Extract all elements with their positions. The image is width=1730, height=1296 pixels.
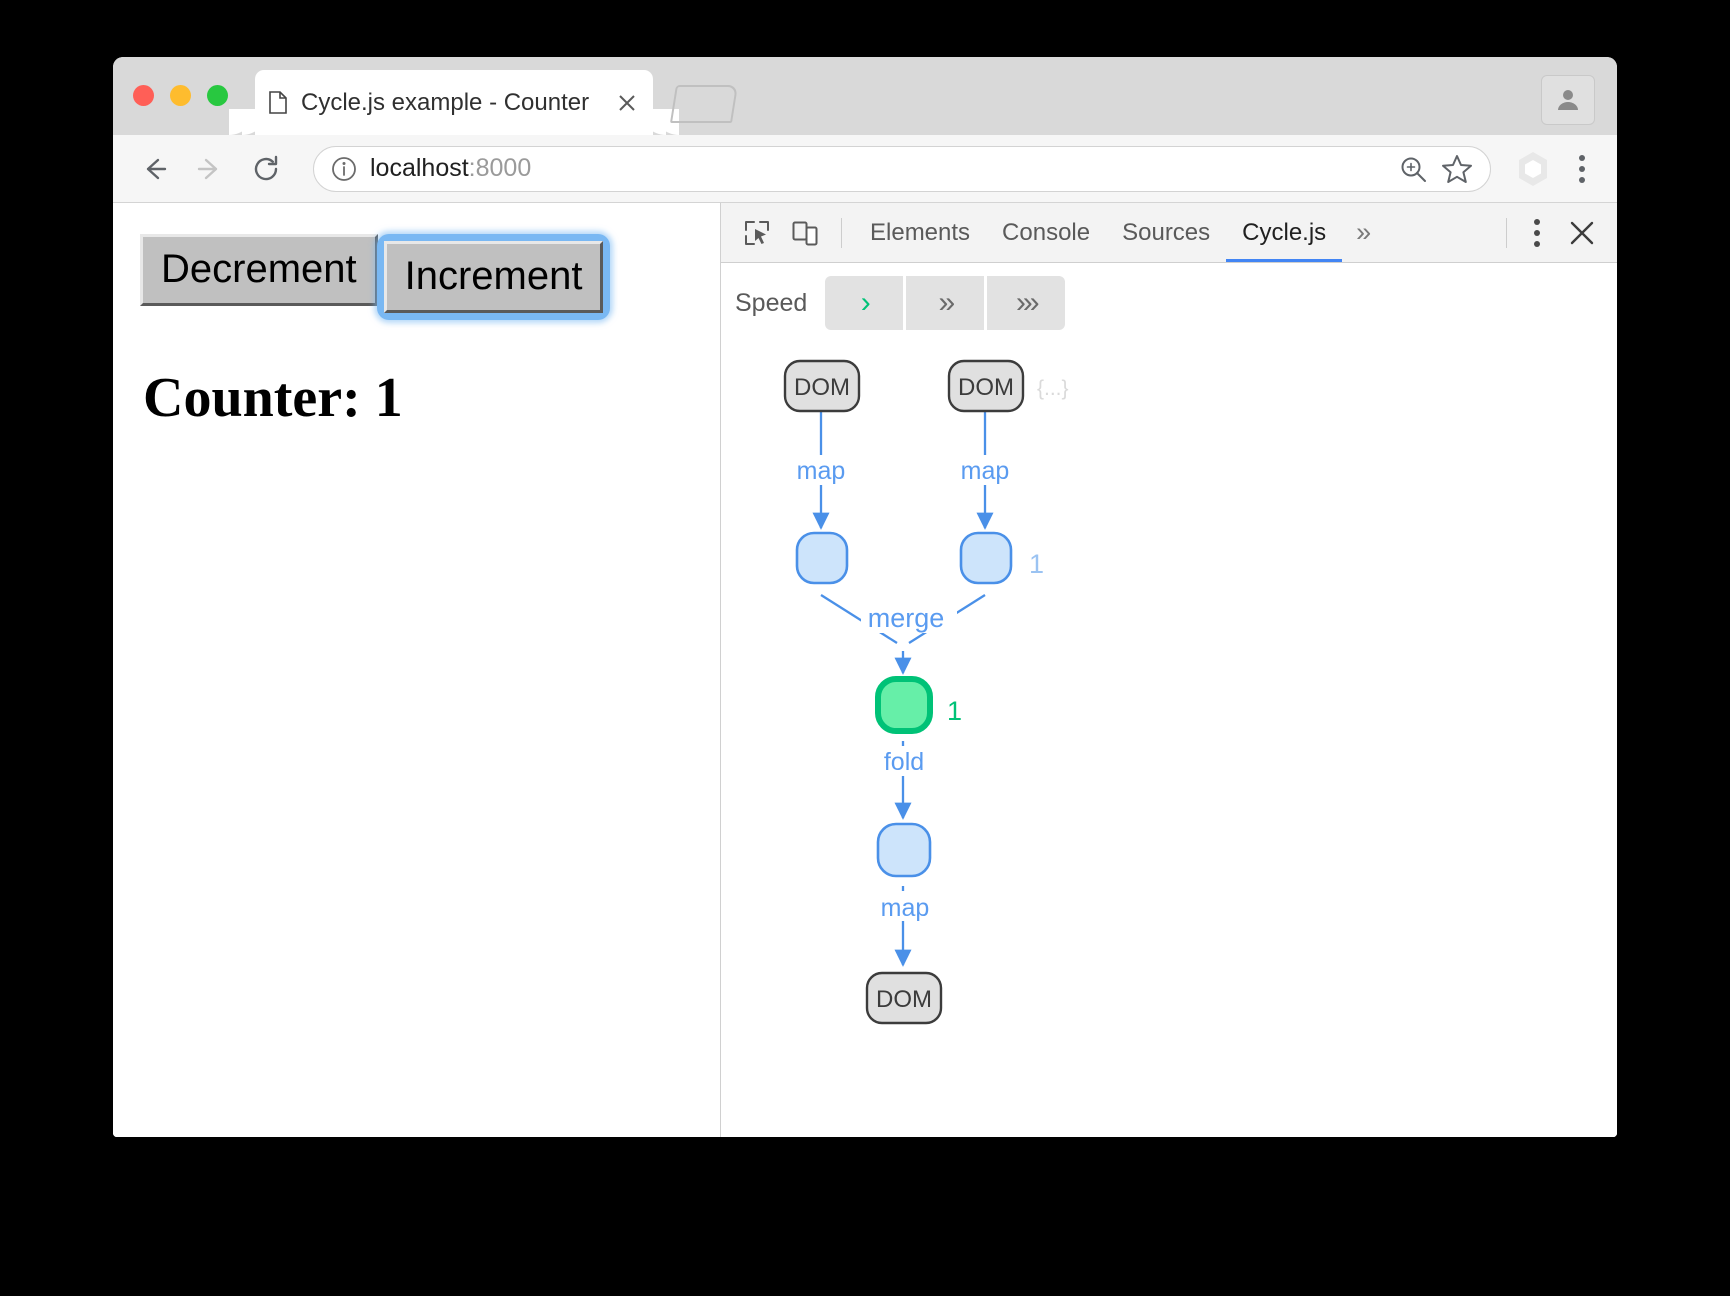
- menu-dot: [1534, 240, 1540, 247]
- window-content: Decrement Increment Counter: 1 Elements …: [113, 203, 1617, 1137]
- node-value: 1: [1029, 549, 1044, 579]
- edge-label-map-sink: map: [881, 894, 930, 922]
- tab-title: Cycle.js example - Counter: [301, 88, 590, 116]
- graph-node-dom-source-right[interactable]: DOM {...}: [947, 359, 1069, 413]
- browser-window: Cycle.js example - Counter localhost:800…: [113, 57, 1617, 1137]
- cyclejs-stream-graph: map map merge fold map DOM DOM {...} 1 1…: [721, 343, 1617, 1137]
- person-icon: [1558, 90, 1578, 110]
- devtools-tabbar-actions: [1494, 210, 1605, 256]
- close-devtools-icon[interactable]: [1559, 210, 1605, 256]
- address-bar[interactable]: localhost:8000: [313, 145, 1491, 192]
- star-icon[interactable]: [1440, 152, 1474, 186]
- graph-node-stream-right[interactable]: 1: [959, 531, 1044, 585]
- graph-node-dom-source-left[interactable]: DOM: [783, 359, 861, 413]
- speed-medium-button[interactable]: »: [906, 276, 985, 330]
- speed-control-bar: Speed › » »›: [721, 263, 1617, 343]
- graph-node-dom-sink[interactable]: DOM: [865, 971, 943, 1025]
- speed-slow-button[interactable]: ›: [825, 276, 904, 330]
- toolbar-divider: [1506, 217, 1507, 248]
- edge-label-fold: fold: [884, 748, 924, 776]
- node-label: DOM: [794, 374, 850, 401]
- url-port: :8000: [468, 154, 532, 182]
- zoom-in-icon[interactable]: [1396, 152, 1430, 186]
- increment-button[interactable]: Increment: [383, 241, 604, 313]
- menu-dot: [1579, 154, 1585, 161]
- devtools-panel: Elements Console Sources Cycle.js » Spee…: [721, 203, 1617, 1137]
- browser-tab[interactable]: Cycle.js example - Counter: [229, 70, 679, 135]
- back-button[interactable]: [131, 146, 177, 192]
- node-label: DOM: [876, 986, 932, 1013]
- decrement-button[interactable]: Decrement: [140, 234, 378, 306]
- url-host: localhost: [370, 154, 469, 182]
- edge-label-map-right: map: [961, 457, 1010, 485]
- device-toolbar-icon[interactable]: [781, 209, 829, 257]
- forward-button[interactable]: [187, 146, 233, 192]
- close-icon[interactable]: [615, 91, 639, 115]
- toolbar-divider: [841, 217, 842, 248]
- tab-strip: Cycle.js example - Counter: [113, 57, 1617, 135]
- traffic-lights: [133, 85, 228, 106]
- devtools-tabbar: Elements Console Sources Cycle.js »: [721, 203, 1617, 263]
- close-window-button[interactable]: [133, 85, 154, 106]
- edge-label-map-left: map: [797, 457, 846, 485]
- node-label: DOM: [958, 374, 1014, 401]
- counter-controls: Decrement Increment: [140, 234, 611, 320]
- page-icon: [269, 91, 287, 114]
- increment-button-focus-ring: Increment: [376, 234, 611, 320]
- graph-node-stream-folded[interactable]: [876, 822, 932, 878]
- tab-elements[interactable]: Elements: [854, 203, 986, 262]
- tab-sources[interactable]: Sources: [1106, 203, 1226, 262]
- web-page-viewport: Decrement Increment Counter: 1: [113, 203, 721, 1137]
- devtools-menu-icon[interactable]: [1519, 211, 1555, 255]
- stream-graph-svg: map map merge fold map DOM DOM {...} 1 1…: [783, 359, 1069, 1025]
- edge-label-merge: merge: [868, 603, 945, 633]
- tab-cyclejs[interactable]: Cycle.js: [1226, 203, 1343, 262]
- speed-fast-button[interactable]: »›: [987, 276, 1066, 330]
- reload-button[interactable]: [243, 146, 289, 192]
- speed-button-group: › » »›: [825, 276, 1066, 330]
- graph-node-stream-left[interactable]: [795, 531, 849, 585]
- minimize-window-button[interactable]: [170, 85, 191, 106]
- url-text: localhost:8000: [370, 154, 1386, 183]
- menu-dot: [1534, 229, 1540, 236]
- node-value: 1: [947, 696, 962, 726]
- profile-avatar-button[interactable]: [1541, 75, 1595, 125]
- browser-toolbar: localhost:8000: [113, 135, 1617, 203]
- info-circle-icon[interactable]: [330, 155, 358, 183]
- graph-node-stream-merged[interactable]: 1: [875, 676, 962, 734]
- inspect-element-icon[interactable]: [733, 209, 781, 257]
- hexagon-extension-icon[interactable]: [1513, 149, 1553, 189]
- node-annotation: {...}: [1037, 377, 1069, 400]
- counter-heading: Counter: 1: [143, 367, 403, 429]
- new-tab-button[interactable]: [669, 85, 739, 123]
- maximize-window-button[interactable]: [207, 85, 228, 106]
- menu-dot: [1579, 165, 1585, 172]
- speed-label: Speed: [735, 288, 808, 317]
- tab-console[interactable]: Console: [986, 203, 1106, 262]
- three-dot-menu-icon[interactable]: [1565, 149, 1599, 189]
- more-tabs-icon[interactable]: »: [1342, 217, 1383, 248]
- menu-dot: [1534, 218, 1540, 225]
- menu-dot: [1579, 176, 1585, 183]
